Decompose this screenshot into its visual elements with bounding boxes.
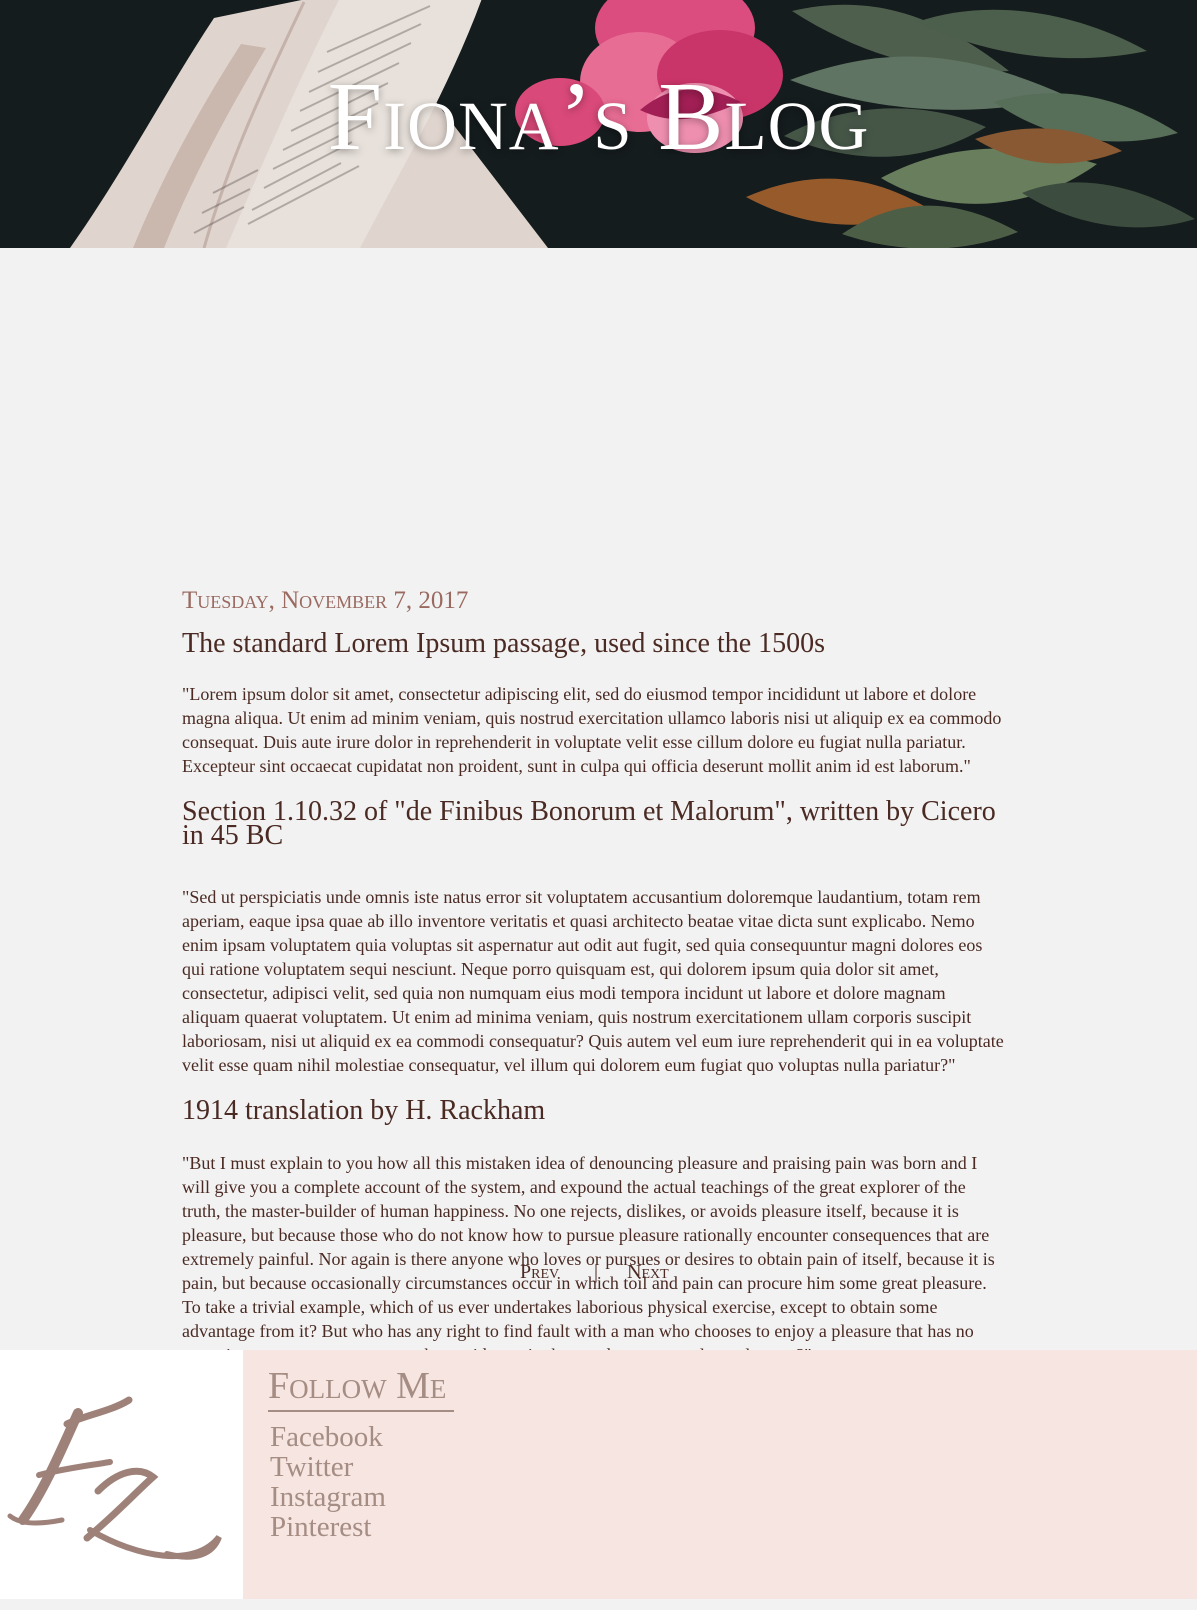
post-date: Tuesday, November 7, 2017 xyxy=(182,587,469,614)
blog-post: Tuesday, November 7, 2017 The standard L… xyxy=(182,584,1008,1367)
pagination-separator: | xyxy=(594,1261,599,1283)
facebook-link[interactable]: Facebook xyxy=(270,1422,386,1452)
follow-me-title: Follow Me xyxy=(268,1362,455,1412)
section-heading: The standard Lorem Ipsum passage, used s… xyxy=(182,628,826,659)
site-title: Fiona’s Blog xyxy=(327,63,870,171)
twitter-link[interactable]: Twitter xyxy=(270,1452,386,1482)
previous-post-link[interactable]: Prev xyxy=(520,1257,559,1287)
follow-me-panel: Follow Me Facebook Twitter Instagram Pin… xyxy=(243,1350,1197,1599)
pinterest-link[interactable]: Pinterest xyxy=(270,1512,386,1542)
fz-monogram-logo xyxy=(7,1396,222,1560)
section-paragraph: "Sed ut perspiciatis unde omnis iste nat… xyxy=(182,887,1004,1075)
post-pagination: Prev | Next xyxy=(0,1257,1197,1287)
hero-header: Fiona’s Blog xyxy=(0,0,1197,248)
site-footer: Follow Me Facebook Twitter Instagram Pin… xyxy=(0,1350,1197,1599)
section-paragraph: "Lorem ipsum dolor sit amet, consectetur… xyxy=(182,684,1002,776)
section-heading: Section 1.10.32 of "de Finibus Bonorum e… xyxy=(182,796,996,851)
next-post-link[interactable]: Next xyxy=(627,1257,669,1287)
social-links: Facebook Twitter Instagram Pinterest xyxy=(270,1422,386,1542)
section-heading: 1914 translation by H. Rackham xyxy=(182,1095,546,1126)
footer-logo-panel xyxy=(0,1350,243,1599)
main-content: Tuesday, November 7, 2017 The standard L… xyxy=(0,248,1197,1365)
instagram-link[interactable]: Instagram xyxy=(270,1482,386,1512)
